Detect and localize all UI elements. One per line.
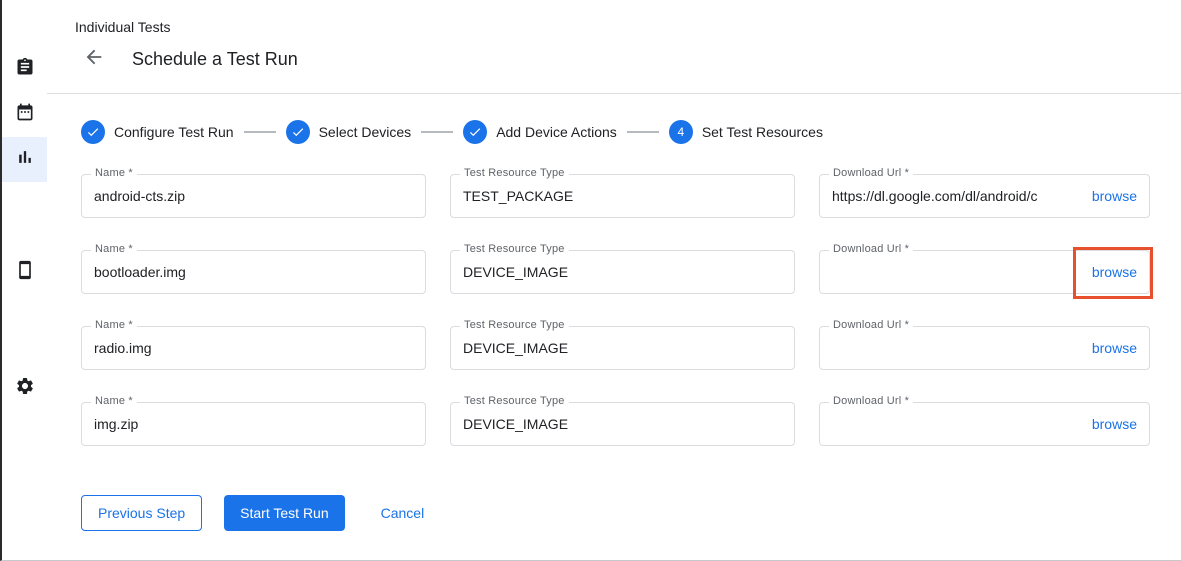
browse-button[interactable]: browse <box>1092 188 1137 204</box>
stepper: Configure Test Run Select Devices Add De… <box>81 120 1181 144</box>
name-field[interactable]: Name * bootloader.img <box>81 250 426 294</box>
name-field-label: Name * <box>91 243 137 255</box>
sidebar-item-test-runs[interactable] <box>2 137 47 182</box>
download-url-label: Download Url * <box>829 319 913 331</box>
bar-chart-icon <box>15 147 35 172</box>
main-content: Individual Tests Schedule a Test Run Con… <box>47 0 1181 560</box>
sidebar <box>2 0 47 560</box>
name-field-label: Name * <box>91 167 137 179</box>
download-url-label: Download Url * <box>829 395 913 407</box>
start-test-run-button[interactable]: Start Test Run <box>224 495 344 531</box>
test-resources-form: Name * android-cts.zip Test Resource Typ… <box>81 174 1150 446</box>
download-url-label: Download Url * <box>829 167 913 179</box>
step-connector <box>627 131 659 133</box>
download-url-field[interactable]: Download Url * browse <box>819 326 1150 370</box>
form-actions: Previous Step Start Test Run Cancel <box>81 495 1181 531</box>
name-field-value: radio.img <box>94 340 152 356</box>
step-connector <box>244 131 276 133</box>
page-header: Individual Tests Schedule a Test Run <box>47 0 1181 73</box>
app-window: Individual Tests Schedule a Test Run Con… <box>0 0 1181 561</box>
step-select-devices[interactable]: Select Devices <box>286 120 412 144</box>
download-url-field[interactable]: Download Url * browse <box>819 250 1150 294</box>
name-field-value: android-cts.zip <box>94 188 185 204</box>
sidebar-item-calendar[interactable] <box>2 92 47 137</box>
phone-icon <box>15 260 35 285</box>
step-label: Configure Test Run <box>114 124 234 140</box>
step-label: Set Test Resources <box>702 124 823 140</box>
download-url-value: https://dl.google.com/dl/android/c <box>832 188 1084 204</box>
clipboard-icon <box>15 57 35 82</box>
resource-type-label: Test Resource Type <box>460 243 569 255</box>
step-set-test-resources[interactable]: 4 Set Test Resources <box>669 120 823 144</box>
download-url-label: Download Url * <box>829 243 913 255</box>
name-field[interactable]: Name * radio.img <box>81 326 426 370</box>
browse-button[interactable]: browse <box>1092 264 1137 280</box>
previous-step-button[interactable]: Previous Step <box>81 495 202 531</box>
resource-type-field[interactable]: Test Resource Type TEST_PACKAGE <box>450 174 795 218</box>
resource-type-label: Test Resource Type <box>460 395 569 407</box>
gear-icon <box>15 376 35 401</box>
name-field[interactable]: Name * android-cts.zip <box>81 174 426 218</box>
back-arrow-icon <box>83 46 105 73</box>
name-field[interactable]: Name * img.zip <box>81 402 426 446</box>
name-field-value: img.zip <box>94 416 138 432</box>
check-icon <box>286 120 310 144</box>
back-button[interactable] <box>82 47 106 71</box>
step-label: Select Devices <box>319 124 412 140</box>
step-configure-test-run[interactable]: Configure Test Run <box>81 120 234 144</box>
sidebar-item-devices[interactable] <box>2 250 47 295</box>
name-field-value: bootloader.img <box>94 264 186 280</box>
resource-type-value: TEST_PACKAGE <box>463 188 573 204</box>
resource-type-field[interactable]: Test Resource Type DEVICE_IMAGE <box>450 402 795 446</box>
name-field-label: Name * <box>91 395 137 407</box>
header-divider <box>47 93 1181 94</box>
section-title: Individual Tests <box>47 0 1181 35</box>
step-add-device-actions[interactable]: Add Device Actions <box>463 120 617 144</box>
check-icon <box>81 120 105 144</box>
name-field-label: Name * <box>91 319 137 331</box>
calendar-icon <box>15 102 35 127</box>
sidebar-item-tests[interactable] <box>2 47 47 92</box>
resource-type-label: Test Resource Type <box>460 167 569 179</box>
browse-button[interactable]: browse <box>1092 340 1137 356</box>
check-icon <box>463 120 487 144</box>
resource-type-value: DEVICE_IMAGE <box>463 340 568 356</box>
browse-button[interactable]: browse <box>1092 416 1137 432</box>
resource-type-value: DEVICE_IMAGE <box>463 264 568 280</box>
resource-type-value: DEVICE_IMAGE <box>463 416 568 432</box>
step-connector <box>421 131 453 133</box>
cancel-button[interactable]: Cancel <box>365 495 441 531</box>
sidebar-item-settings[interactable] <box>2 366 47 411</box>
resource-type-field[interactable]: Test Resource Type DEVICE_IMAGE <box>450 250 795 294</box>
download-url-field[interactable]: Download Url * browse <box>819 402 1150 446</box>
step-number-badge: 4 <box>669 120 693 144</box>
resource-type-field[interactable]: Test Resource Type DEVICE_IMAGE <box>450 326 795 370</box>
page-title: Schedule a Test Run <box>132 49 298 70</box>
step-label: Add Device Actions <box>496 124 617 140</box>
resource-type-label: Test Resource Type <box>460 319 569 331</box>
download-url-field[interactable]: Download Url * https://dl.google.com/dl/… <box>819 174 1150 218</box>
